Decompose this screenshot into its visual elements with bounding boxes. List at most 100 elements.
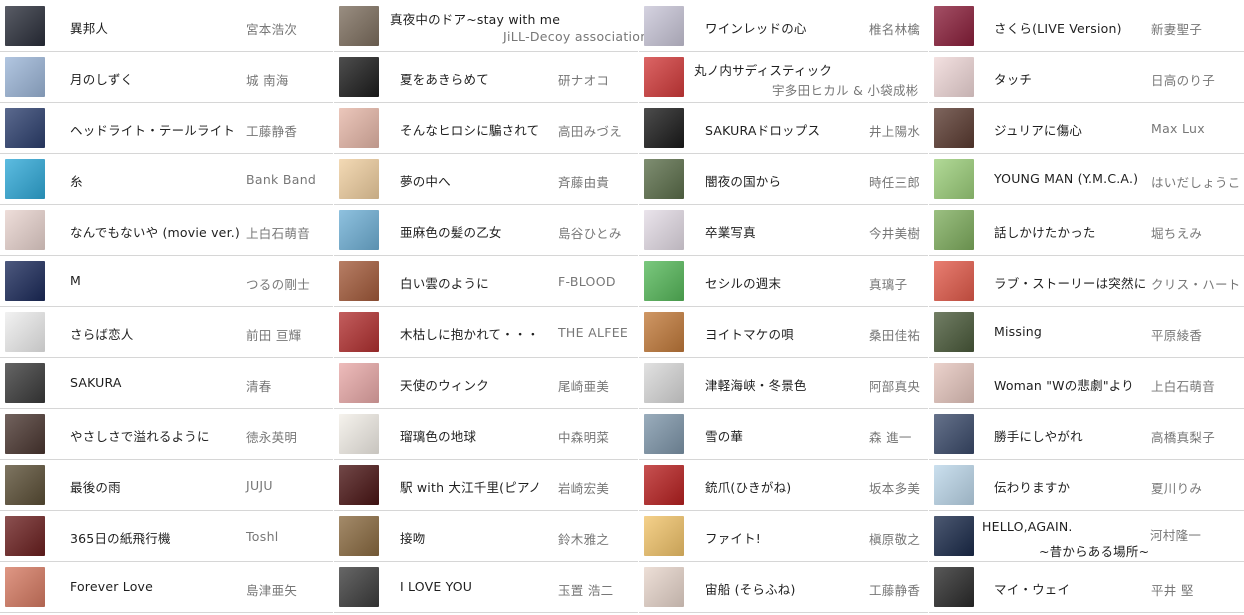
song-artist: Bank Band (246, 172, 317, 187)
song-title: ワインレッドの心 (705, 21, 807, 36)
song-artist: 島谷ひとみ (558, 226, 622, 241)
song-row[interactable]: M つるの剛士 (0, 257, 333, 307)
song-row[interactable]: 亜麻色の髪の乙女 島谷ひとみ (334, 206, 638, 256)
song-row[interactable]: YOUNG MAN (Y.M.C.A.) はいだしょうこ (929, 155, 1244, 205)
song-row[interactable]: Woman "Wの悲劇"より 上白石萌音 (929, 359, 1244, 409)
song-title: さらば恋人 (70, 327, 134, 342)
song-row[interactable]: ジュリアに傷心 Max Lux (929, 104, 1244, 154)
song-column: 異邦人 宮本浩次 月のしずく 城 南海 ヘッドライト・テールライト 工藤静香糸 Bank B… (0, 0, 333, 615)
album-art (934, 108, 974, 148)
song-artist: 高橋真梨子 (1151, 430, 1216, 445)
song-artist: 夏川りみ (1151, 481, 1203, 496)
song-row[interactable]: 闇夜の国から 時任三郎 (639, 155, 928, 205)
song-row[interactable]: 最後の雨 JUJU (0, 461, 333, 511)
album-art (644, 108, 684, 148)
song-row[interactable]: 接吻 鈴木雅之 (334, 512, 638, 562)
album-art (339, 261, 379, 301)
song-row[interactable]: 天使のウィンク 尾崎亜美 (334, 359, 638, 409)
song-artist: 城 南海 (246, 73, 289, 88)
song-row[interactable]: Missing 平原綾香 (929, 308, 1244, 358)
song-title: Forever Love (70, 579, 154, 594)
song-row[interactable]: 木枯しに抱かれて・・・ THE ALFEE (334, 308, 638, 358)
song-row[interactable]: 勝手にしやがれ 高橋真梨子 (929, 410, 1244, 460)
song-title: 瑠璃色の地球 (400, 429, 477, 444)
song-artist: 徳永英明 (246, 430, 298, 445)
song-row[interactable]: 駅 with 大江千里(ピアノ 岩崎宏美 (334, 461, 638, 511)
song-row[interactable]: 夏をあきらめて 研ナオコ (334, 53, 638, 103)
song-row[interactable]: 異邦人 宮本浩次 (0, 2, 333, 52)
song-row[interactable]: ラブ・ストーリーは突然に クリス・ハート (929, 257, 1244, 307)
song-row[interactable]: 真夜中のドア~stay with me JiLL-Decoy associatio… (334, 2, 648, 52)
song-row[interactable]: ヘッドライト・テールライト 工藤静香 (0, 104, 333, 154)
song-row[interactable]: I LOVE YOU 玉置 浩二 (334, 563, 638, 613)
album-art (339, 363, 379, 403)
song-title: 伝わりますか (994, 480, 1071, 495)
song-title: 最後の雨 (70, 480, 121, 495)
song-row[interactable]: SAKURAドロップス 井上陽水 (639, 104, 928, 154)
song-artist: つるの剛士 (246, 277, 311, 292)
song-row[interactable]: さらば恋人 前田 亘輝 (0, 308, 333, 358)
song-row[interactable]: Forever Love 島津亜矢 (0, 563, 333, 613)
song-artist: 日高のり子 (1151, 73, 1216, 88)
song-row[interactable]: 津軽海峡・冬景色 阿部真央 (639, 359, 928, 409)
song-artist: 島津亜矢 (246, 583, 298, 598)
song-artist: 今井美樹 (869, 226, 921, 241)
album-art (5, 57, 45, 97)
album-art (934, 567, 974, 607)
song-row[interactable]: 夢の中へ 斉藤由貴 (334, 155, 638, 205)
song-row[interactable]: 卒業写真 今井美樹 (639, 206, 928, 256)
album-art (5, 465, 45, 505)
song-row[interactable]: さくら(LIVE Version) 新妻聖子 (929, 2, 1244, 52)
song-title: セシルの週末 (705, 276, 782, 291)
song-title: ヨイトマケの唄 (705, 327, 794, 342)
song-column: ワインレッドの心 椎名林檎 丸ノ内サディスティック 宇多田ヒカル & 小袋成彬 SAKU… (639, 0, 928, 615)
album-art (644, 261, 684, 301)
song-title: SAKURA (70, 375, 122, 390)
song-title: 宙船 (そらふね) (705, 582, 796, 597)
song-artist: 斉藤由貴 (558, 175, 610, 190)
album-art (934, 363, 974, 403)
song-artist: 阿部真央 (869, 379, 921, 394)
song-artist: Max Lux (1151, 121, 1205, 136)
song-row[interactable]: 月のしずく 城 南海 (0, 53, 333, 103)
album-art (644, 465, 684, 505)
song-row[interactable]: 伝わりますか 夏川りみ (929, 461, 1244, 511)
song-title: 糸 (70, 174, 83, 189)
album-art (5, 567, 45, 607)
song-title: 雪の華 (705, 429, 744, 444)
song-row[interactable]: HELLO,AGAIN. ~昔からある場所~ 河村隆一 (929, 512, 1244, 562)
song-row[interactable]: ファイト! 槇原敬之 (639, 512, 928, 562)
song-title: 接吻 (400, 531, 426, 546)
song-row[interactable]: セシルの週末 真璃子 (639, 257, 928, 307)
album-art (934, 210, 974, 250)
song-row[interactable]: そんなヒロシに騙されて 高田みづえ (334, 104, 638, 154)
song-title: なんでもないや (movie ver.) (70, 225, 241, 240)
album-art (339, 210, 379, 250)
song-artist: はいだしょうこ (1151, 175, 1241, 190)
song-row[interactable]: 宙船 (そらふね) 工藤静香 (639, 563, 928, 613)
song-title: ラブ・ストーリーは突然に (994, 276, 1147, 291)
song-row[interactable]: 糸 Bank Band (0, 155, 333, 205)
song-title: HELLO,AGAIN. (982, 519, 1073, 534)
song-row[interactable]: 365日の紙飛行機 Toshl (0, 512, 333, 562)
song-title: ファイト! (705, 531, 762, 546)
song-row[interactable]: 銃爪(ひきがね) 坂本多美 (639, 461, 928, 511)
song-row[interactable]: マイ・ウェイ 平井 堅 (929, 563, 1244, 613)
song-row[interactable]: タッチ 日高のり子 (929, 53, 1244, 103)
song-title: SAKURAドロップス (705, 123, 821, 138)
song-row[interactable]: 瑠璃色の地球 中森明菜 (334, 410, 638, 460)
song-artist: 新妻聖子 (1151, 22, 1203, 37)
song-artist: 槇原敬之 (869, 532, 921, 547)
song-row[interactable]: ヨイトマケの唄 桑田佳祐 (639, 308, 928, 358)
album-art (339, 465, 379, 505)
song-artist: 上白石萌音 (1151, 379, 1216, 394)
song-row[interactable]: なんでもないや (movie ver.) 上白石萌音 (0, 206, 333, 256)
song-artist: 尾崎亜美 (558, 379, 610, 394)
song-row[interactable]: 雪の華 森 進一 (639, 410, 928, 460)
song-row[interactable]: 話しかけたかった 堀ちえみ (929, 206, 1244, 256)
song-row[interactable]: 丸ノ内サディスティック 宇多田ヒカル & 小袋成彬 (639, 53, 928, 103)
song-row[interactable]: やさしさで溢れるように 徳永英明 (0, 410, 333, 460)
song-row[interactable]: 白い雲のように F-BLOOD (334, 257, 638, 307)
song-row[interactable]: SAKURA 清春 (0, 359, 333, 409)
song-row[interactable]: ワインレッドの心 椎名林檎 (639, 2, 928, 52)
